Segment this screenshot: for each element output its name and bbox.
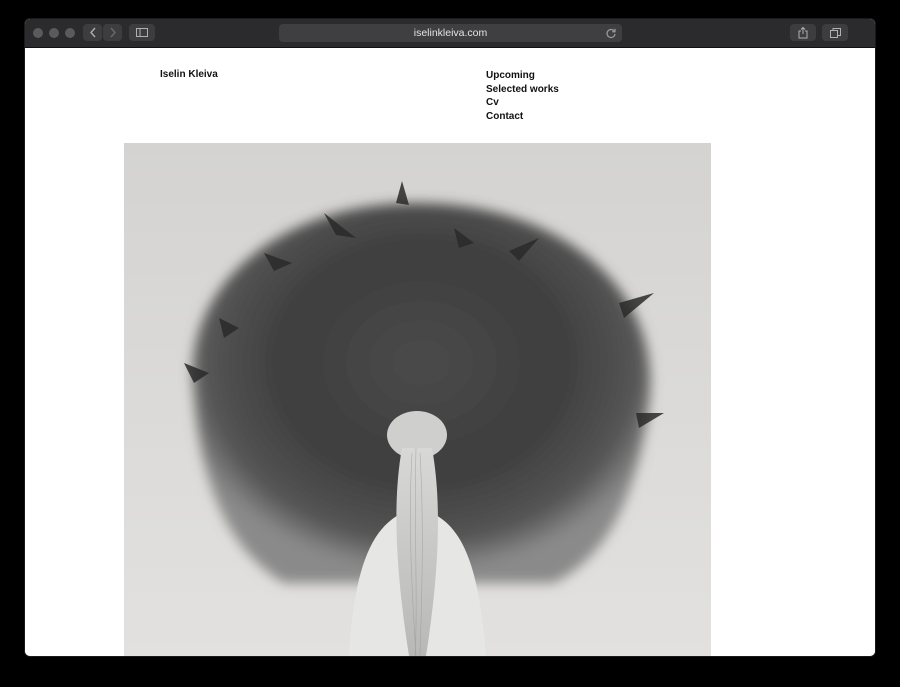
back-button[interactable] [83,24,102,41]
nav-item-upcoming[interactable]: Upcoming [486,69,559,83]
browser-toolbar: iselinkleiva.com [25,19,875,48]
tabs-overview-icon [829,27,841,38]
share-icon [798,26,808,38]
artwork-drawing [124,143,711,656]
chevron-left-icon [89,27,96,38]
main-nav: Upcoming Selected works Cv Contact [486,69,559,123]
reload-icon[interactable] [605,27,617,39]
minimize-window-button[interactable] [49,28,59,38]
address-bar[interactable]: iselinkleiva.com [279,24,622,42]
nav-item-selected-works[interactable]: Selected works [486,83,559,97]
nav-item-cv[interactable]: Cv [486,96,559,110]
nav-item-contact[interactable]: Contact [486,110,559,124]
sidebar-icon [136,28,148,37]
chevron-right-icon [109,27,116,38]
site-title[interactable]: Iselin Kleiva [160,69,218,80]
artwork-image[interactable] [124,143,711,656]
sidebar-button[interactable] [129,24,155,41]
zoom-window-button[interactable] [65,28,75,38]
url-text: iselinkleiva.com [413,27,488,39]
tabs-overview-button[interactable] [822,24,848,41]
forward-button[interactable] [103,24,122,41]
page-content: Iselin Kleiva Upcoming Selected works Cv… [25,48,875,656]
browser-window: iselinkleiva.com Iselin Kleiva Upcoming … [25,19,875,656]
share-button[interactable] [790,24,816,41]
close-window-button[interactable] [33,28,43,38]
